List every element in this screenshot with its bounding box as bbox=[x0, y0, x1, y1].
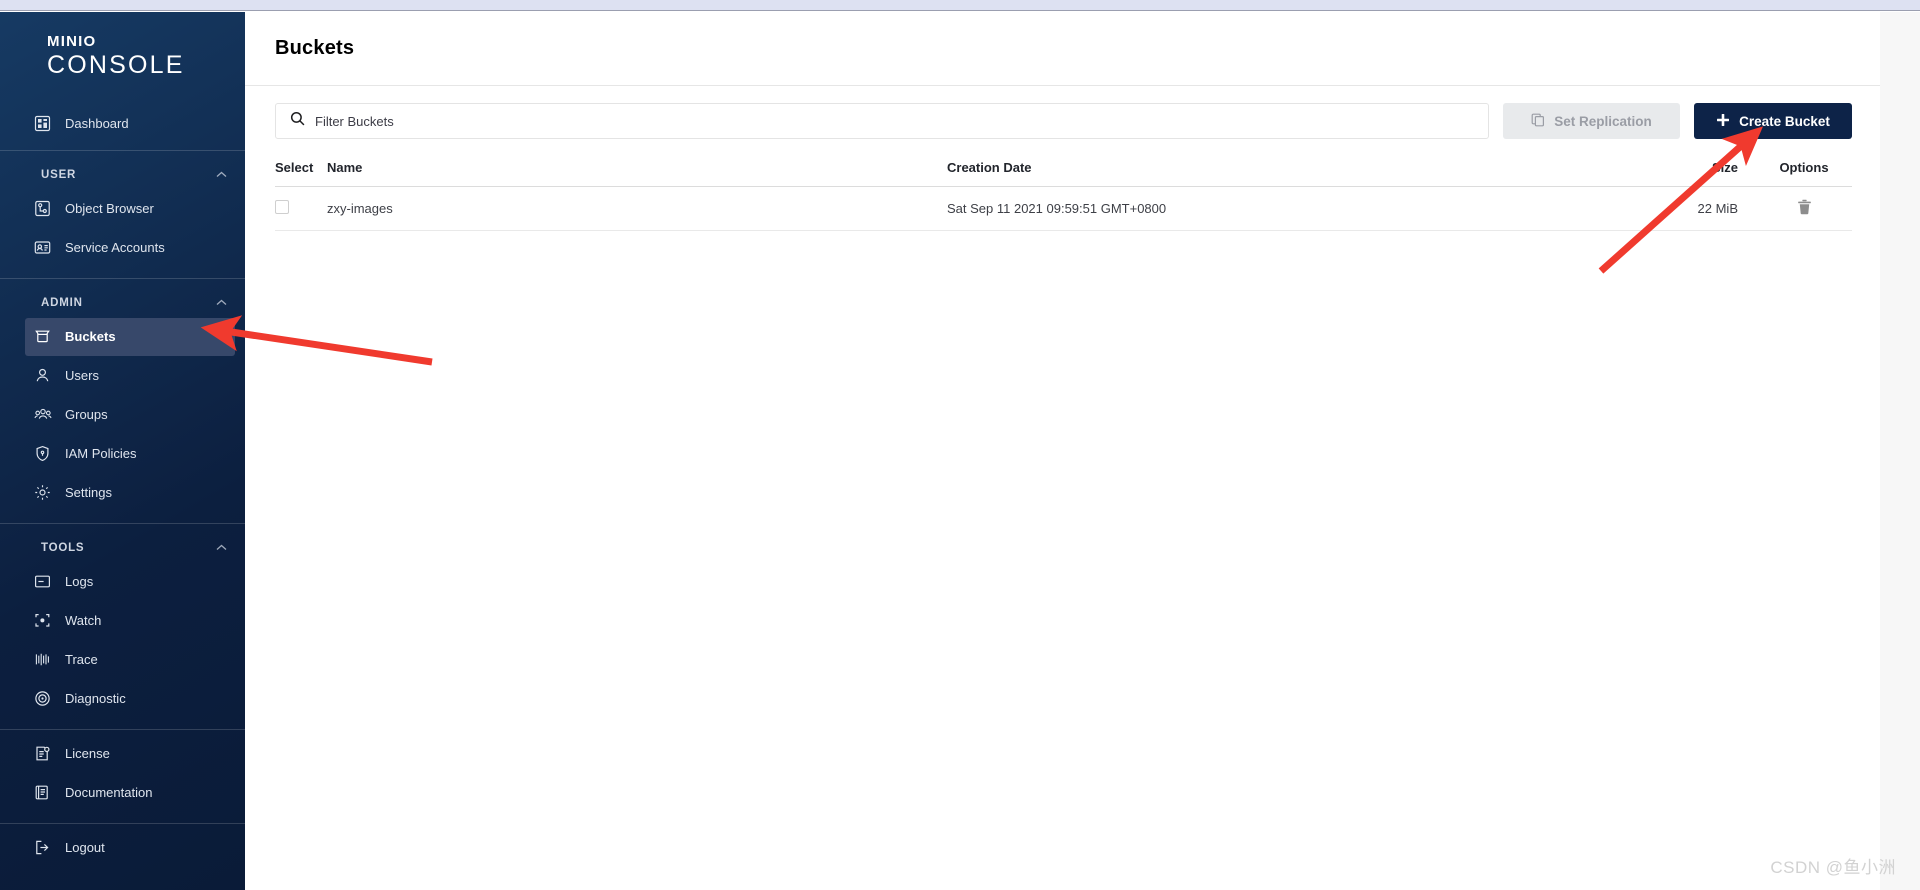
copy-icon bbox=[1531, 113, 1545, 130]
column-header-select: Select bbox=[275, 156, 327, 187]
sidebar-group-title-tools[interactable]: TOOLS bbox=[0, 528, 245, 562]
set-replication-button[interactable]: Set Replication bbox=[1503, 103, 1680, 139]
main-inner: Buckets Filter Buckets Set Replication C… bbox=[245, 12, 1880, 890]
sidebar-item-label: Documentation bbox=[65, 785, 153, 801]
main-content: Buckets Filter Buckets Set Replication C… bbox=[245, 12, 1920, 890]
create-bucket-button[interactable]: Create Bucket bbox=[1694, 103, 1852, 139]
column-header-creation-date: Creation Date bbox=[947, 156, 1646, 187]
gear-icon bbox=[33, 483, 52, 502]
row-bucket-name: zxy-images bbox=[327, 186, 947, 231]
sidebar: MINIO CONSOLE Dashboard USER Object Brow… bbox=[0, 12, 245, 890]
buckets-table-wrap: Select Name Creation Date Size Options z… bbox=[245, 156, 1880, 231]
sidebar-item-label: Logout bbox=[65, 840, 105, 856]
sidebar-item-iam-policies[interactable]: IAM Policies bbox=[25, 435, 235, 473]
sidebar-item-label: Object Browser bbox=[65, 201, 154, 217]
dashboard-icon bbox=[33, 114, 52, 133]
object-browser-icon bbox=[33, 199, 52, 218]
sidebar-item-buckets[interactable]: Buckets bbox=[25, 317, 235, 356]
sidebar-top-section: Dashboard bbox=[0, 98, 245, 150]
table-header-row: Select Name Creation Date Size Options bbox=[275, 156, 1852, 187]
logout-icon bbox=[33, 838, 52, 857]
sidebar-group-admin: ADMIN Buckets Users Groups IAM Policies … bbox=[0, 279, 245, 523]
row-options-cell bbox=[1756, 186, 1852, 231]
column-header-name: Name bbox=[327, 156, 947, 187]
trace-icon bbox=[33, 650, 52, 669]
sidebar-item-logout[interactable]: Logout bbox=[25, 829, 235, 867]
sidebar-item-label: Service Accounts bbox=[65, 240, 165, 256]
service-accounts-icon bbox=[33, 238, 52, 257]
documentation-icon bbox=[33, 783, 52, 802]
sidebar-group-label: USER bbox=[41, 168, 77, 181]
trash-icon[interactable] bbox=[1797, 199, 1812, 215]
sidebar-item-watch[interactable]: Watch bbox=[25, 602, 235, 640]
sidebar-group-title-admin[interactable]: ADMIN bbox=[0, 283, 245, 317]
sidebar-item-label: Diagnostic bbox=[65, 691, 126, 707]
groups-icon bbox=[33, 405, 52, 424]
app-window: MINIO CONSOLE Dashboard USER Object Brow… bbox=[0, 0, 1920, 890]
table-header: Select Name Creation Date Size Options bbox=[275, 156, 1852, 187]
chevron-up-icon bbox=[216, 297, 227, 309]
sidebar-item-label: Trace bbox=[65, 652, 98, 668]
user-icon bbox=[33, 366, 52, 385]
sidebar-item-label: Watch bbox=[65, 613, 102, 629]
sidebar-item-object-browser[interactable]: Object Browser bbox=[25, 190, 235, 228]
row-select-cell bbox=[275, 186, 327, 231]
create-bucket-label: Create Bucket bbox=[1739, 113, 1830, 129]
chevron-up-icon bbox=[216, 542, 227, 554]
watch-icon bbox=[33, 611, 52, 630]
sidebar-group-title-user[interactable]: USER bbox=[0, 155, 245, 189]
sidebar-item-license[interactable]: License bbox=[25, 735, 235, 773]
table-body: zxy-images Sat Sep 11 2021 09:59:51 GMT+… bbox=[275, 186, 1852, 231]
set-replication-label: Set Replication bbox=[1554, 113, 1652, 129]
sidebar-group-label: TOOLS bbox=[41, 541, 85, 554]
sidebar-item-label: License bbox=[65, 746, 110, 762]
plus-icon bbox=[1716, 113, 1730, 130]
brand-minio-text: MINIO bbox=[47, 33, 97, 50]
sidebar-item-documentation[interactable]: Documentation bbox=[25, 774, 235, 812]
buckets-table: Select Name Creation Date Size Options z… bbox=[275, 156, 1852, 231]
sidebar-item-diagnostic[interactable]: Diagnostic bbox=[25, 680, 235, 718]
browser-top-strip bbox=[0, 0, 1920, 11]
search-input[interactable]: Filter Buckets bbox=[275, 103, 1489, 139]
sidebar-item-label: Logs bbox=[65, 574, 94, 590]
sidebar-item-users[interactable]: Users bbox=[25, 357, 235, 395]
license-icon bbox=[33, 744, 52, 763]
bucket-icon bbox=[33, 327, 52, 346]
sidebar-group-tools: TOOLS Logs Watch Trace Diagnostic bbox=[0, 524, 245, 729]
content-right-gutter bbox=[1880, 12, 1920, 890]
sidebar-item-trace[interactable]: Trace bbox=[25, 641, 235, 679]
sidebar-item-service-accounts[interactable]: Service Accounts bbox=[25, 229, 235, 267]
sidebar-item-dashboard[interactable]: Dashboard bbox=[25, 105, 235, 143]
sidebar-item-label: Buckets bbox=[65, 329, 116, 345]
sidebar-item-settings[interactable]: Settings bbox=[25, 474, 235, 512]
chevron-up-icon bbox=[216, 169, 227, 181]
sidebar-item-label: Groups bbox=[65, 407, 108, 423]
sidebar-group-label: ADMIN bbox=[41, 296, 83, 309]
toolbar: Filter Buckets Set Replication Create Bu… bbox=[245, 86, 1880, 156]
sidebar-item-label: IAM Policies bbox=[65, 446, 137, 462]
sidebar-footer-section: License Documentation bbox=[0, 730, 245, 823]
search-placeholder: Filter Buckets bbox=[315, 113, 394, 129]
shield-icon bbox=[33, 444, 52, 463]
sidebar-logout-section: Logout bbox=[0, 824, 245, 878]
page-title: Buckets bbox=[275, 37, 355, 59]
row-checkbox[interactable] bbox=[275, 200, 289, 214]
sidebar-item-label: Dashboard bbox=[65, 116, 129, 132]
row-creation-date: Sat Sep 11 2021 09:59:51 GMT+0800 bbox=[947, 186, 1646, 231]
column-header-size: Size bbox=[1646, 156, 1756, 187]
sidebar-item-label: Settings bbox=[65, 485, 112, 501]
column-header-options: Options bbox=[1756, 156, 1852, 187]
diagnostic-icon bbox=[33, 689, 52, 708]
brand-logo: MINIO CONSOLE bbox=[0, 12, 245, 98]
row-size: 22 MiB bbox=[1646, 186, 1756, 231]
watermark: CSDN @鱼小洲 bbox=[1770, 858, 1896, 877]
sidebar-group-user: USER Object Browser Service Accounts bbox=[0, 151, 245, 278]
sidebar-item-groups[interactable]: Groups bbox=[25, 396, 235, 434]
table-row[interactable]: zxy-images Sat Sep 11 2021 09:59:51 GMT+… bbox=[275, 186, 1852, 231]
brand-console-text: CONSOLE bbox=[47, 51, 185, 79]
search-icon bbox=[290, 111, 305, 131]
logs-icon bbox=[33, 572, 52, 591]
sidebar-item-logs[interactable]: Logs bbox=[25, 563, 235, 601]
sidebar-item-label: Users bbox=[65, 368, 99, 384]
